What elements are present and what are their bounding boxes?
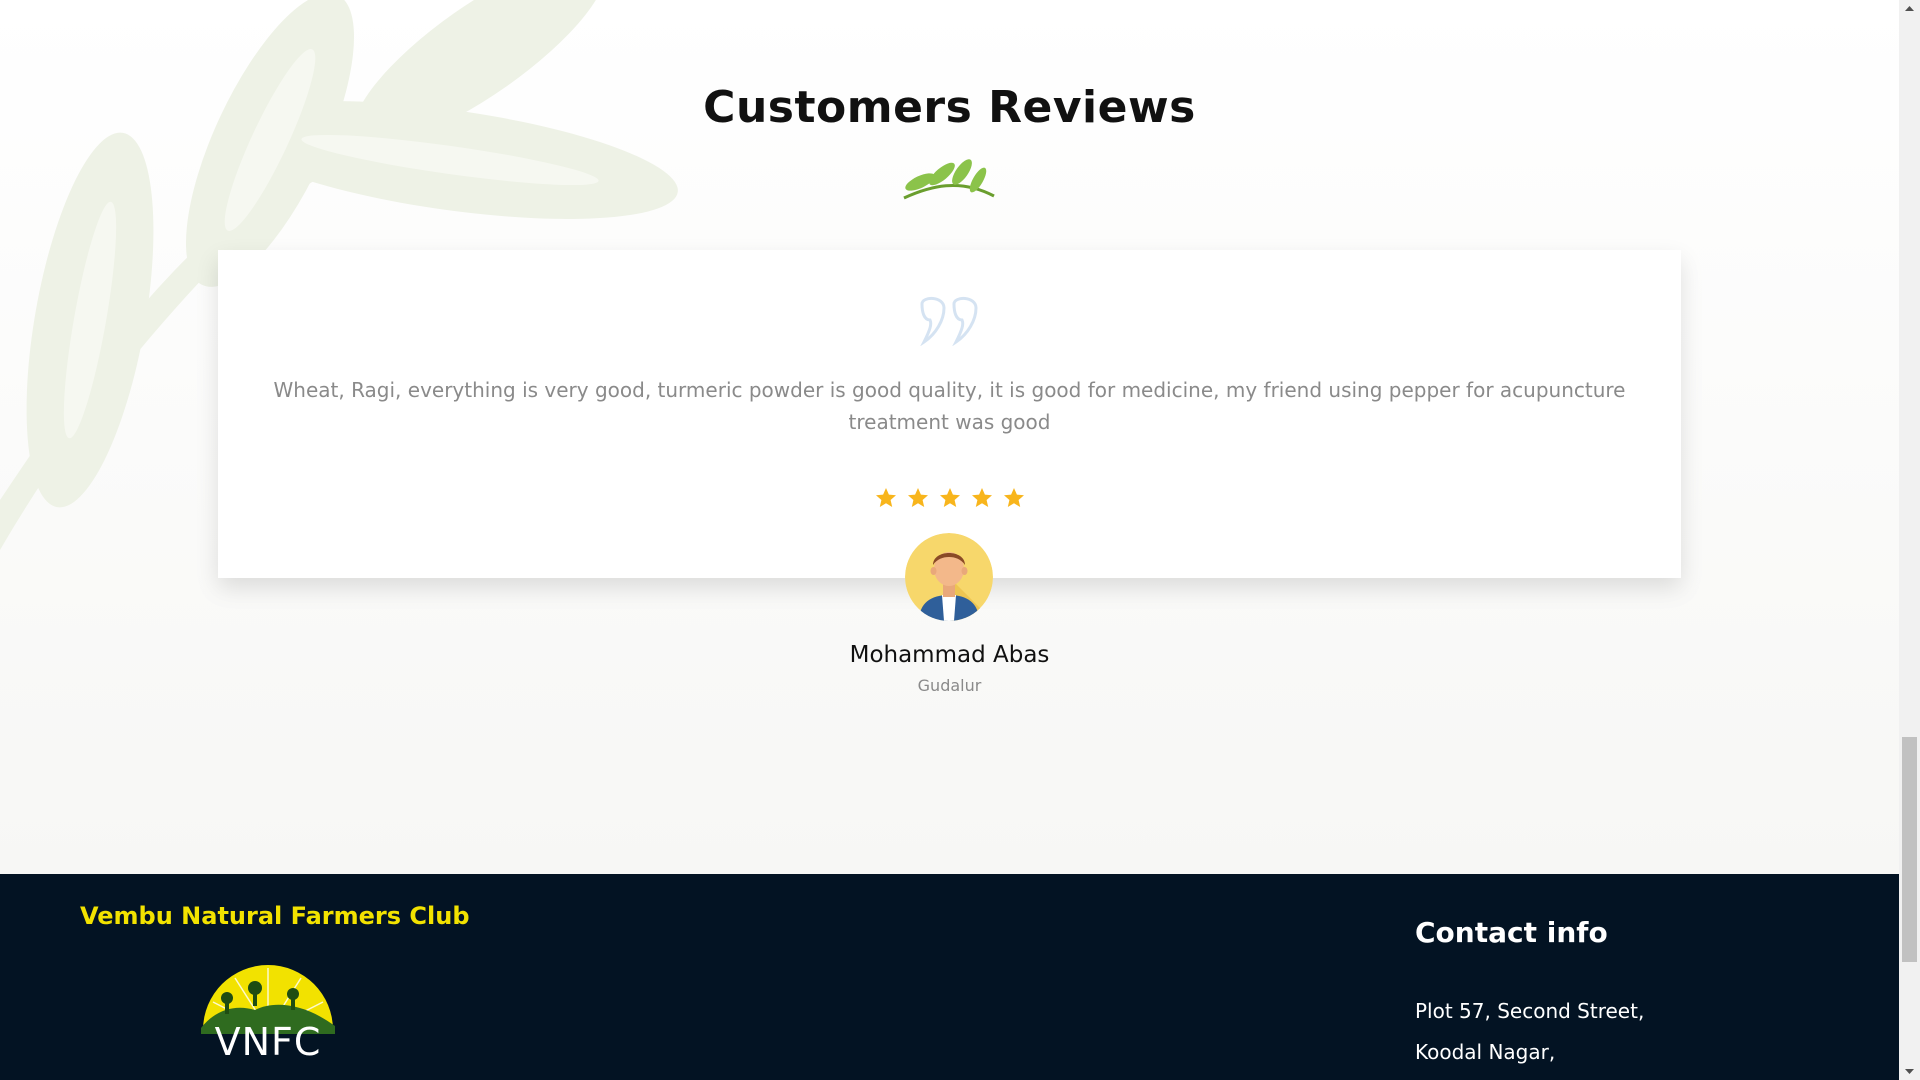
reviewer-location: Gudalur bbox=[917, 676, 982, 695]
reviews-section: Customers Reviews Wheat, Ragi, everythin… bbox=[0, 0, 1899, 874]
scrollbar-thumb[interactable] bbox=[1902, 737, 1917, 962]
review-text: Wheat, Ragi, everything is very good, tu… bbox=[273, 378, 1626, 434]
star-icon bbox=[907, 488, 928, 507]
page: Customers Reviews Wheat, Ragi, everythin… bbox=[0, 0, 1920, 1080]
section-title: Customers Reviews bbox=[703, 82, 1196, 133]
star-icon bbox=[1003, 488, 1024, 507]
star-icon bbox=[939, 488, 960, 507]
review-card: Wheat, Ragi, everything is very good, tu… bbox=[218, 250, 1681, 578]
vertical-scrollbar[interactable] bbox=[1899, 0, 1920, 1080]
scroll-down-arrow-icon[interactable] bbox=[1899, 1063, 1920, 1080]
contact-info-title: Contact info bbox=[1415, 916, 1608, 949]
star-icon bbox=[971, 488, 992, 507]
star-rating bbox=[218, 486, 1681, 510]
leaf-divider-icon bbox=[903, 159, 995, 200]
vnfc-logo[interactable]: VNFC bbox=[195, 960, 341, 1080]
contact-address-line: Koodal Nagar, bbox=[1415, 1040, 1556, 1064]
quote-icon bbox=[920, 297, 978, 346]
scroll-up-arrow-icon[interactable] bbox=[1899, 0, 1920, 17]
page-content: Customers Reviews Wheat, Ragi, everythin… bbox=[0, 0, 1899, 1080]
reviewer-avatar bbox=[905, 533, 993, 621]
footer-brand: Vembu Natural Farmers Club bbox=[80, 902, 470, 930]
contact-address-line: Plot 57, Second Street, bbox=[1415, 999, 1645, 1023]
star-icon bbox=[875, 488, 896, 507]
logo-text: VNFC bbox=[214, 1020, 322, 1064]
footer: Vembu Natural Farmers Club VNFC Contact … bbox=[0, 874, 1899, 1080]
reviewer-name: Mohammad Abas bbox=[849, 642, 1050, 668]
